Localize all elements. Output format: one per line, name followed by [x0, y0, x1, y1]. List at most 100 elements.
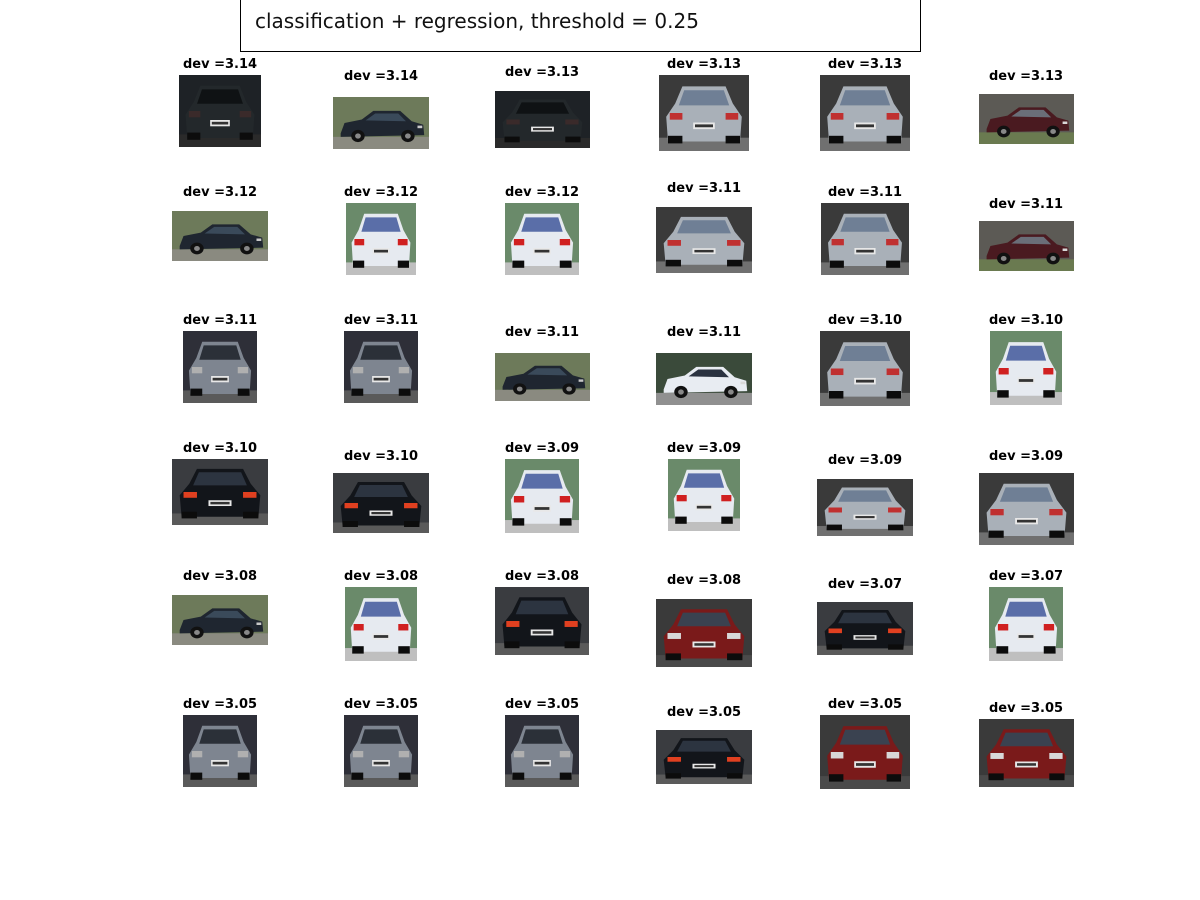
car-thumbnail	[494, 353, 590, 401]
car-thumbnail	[978, 94, 1074, 144]
figure-title-box: classification + regression, threshold =…	[240, 0, 921, 52]
dev-label: dev =3.05	[182, 697, 258, 712]
car-thumbnail	[495, 587, 589, 655]
dev-label: dev =3.14	[343, 69, 419, 84]
car-thumbnail	[817, 602, 913, 655]
car-thumbnail	[172, 211, 268, 261]
dev-label: dev =3.10	[827, 313, 903, 328]
dev-label: dev =3.08	[182, 569, 258, 584]
car-thumbnail	[333, 97, 429, 149]
grid-cell: dev =3.05	[311, 697, 451, 797]
grid-cell: dev =3.08	[311, 569, 451, 669]
figure-title: classification + regression, threshold =…	[255, 9, 699, 33]
car-thumbnail	[989, 587, 1063, 661]
dev-label: dev =3.10	[988, 313, 1064, 328]
dev-label: dev =3.08	[666, 573, 742, 588]
grid-cell: dev =3.08	[150, 569, 290, 669]
grid-cell: dev =3.13	[956, 69, 1096, 169]
dev-label: dev =3.09	[827, 453, 903, 468]
grid-cell: dev =3.09	[956, 449, 1096, 549]
dev-label: dev =3.12	[182, 185, 258, 200]
dev-label: dev =3.05	[988, 701, 1064, 716]
dev-label: dev =3.13	[504, 65, 580, 80]
grid-cell: dev =3.13	[795, 57, 935, 157]
dev-label: dev =3.13	[827, 57, 903, 72]
car-thumbnail	[345, 587, 417, 661]
car-thumbnail	[990, 331, 1062, 405]
dev-label: dev =3.09	[504, 441, 580, 456]
car-thumbnail	[821, 203, 909, 275]
grid-cell: dev =3.09	[795, 453, 935, 553]
grid-cell: dev =3.11	[795, 185, 935, 285]
car-thumbnail	[333, 473, 429, 533]
car-thumbnail	[820, 715, 910, 789]
dev-label: dev =3.09	[666, 441, 742, 456]
grid-cell: dev =3.12	[472, 185, 612, 285]
car-thumbnail	[344, 331, 418, 403]
dev-label: dev =3.11	[182, 313, 258, 328]
car-thumbnail	[820, 331, 910, 406]
dev-label: dev =3.12	[343, 185, 419, 200]
grid-cell: dev =3.11	[150, 313, 290, 413]
dev-label: dev =3.11	[827, 185, 903, 200]
dev-label: dev =3.05	[504, 697, 580, 712]
grid-cell: dev =3.08	[634, 573, 774, 673]
dev-label: dev =3.10	[343, 449, 419, 464]
dev-label: dev =3.13	[988, 69, 1064, 84]
grid-cell: dev =3.09	[472, 441, 612, 541]
car-thumbnail	[656, 599, 752, 667]
car-thumbnail	[668, 459, 740, 531]
dev-label: dev =3.08	[343, 569, 419, 584]
grid-cell: dev =3.11	[956, 197, 1096, 297]
grid-cell: dev =3.05	[634, 705, 774, 805]
car-thumbnail	[659, 75, 749, 151]
dev-label: dev =3.05	[343, 697, 419, 712]
grid-cell: dev =3.11	[311, 313, 451, 413]
car-thumbnail	[344, 715, 418, 787]
dev-label: dev =3.07	[988, 569, 1064, 584]
grid-cell: dev =3.12	[311, 185, 451, 285]
car-thumbnail	[346, 203, 416, 275]
dev-label: dev =3.11	[666, 181, 742, 196]
dev-label: dev =3.09	[988, 449, 1064, 464]
grid-cell: dev =3.08	[472, 569, 612, 669]
car-thumbnail	[978, 719, 1074, 787]
dev-label: dev =3.11	[666, 325, 742, 340]
dev-label: dev =3.08	[504, 569, 580, 584]
dev-label: dev =3.13	[666, 57, 742, 72]
grid-cell: dev =3.13	[472, 65, 612, 165]
car-thumbnail	[656, 730, 752, 784]
car-thumbnail	[505, 203, 579, 275]
car-thumbnail	[820, 75, 910, 151]
dev-label: dev =3.12	[504, 185, 580, 200]
dev-label: dev =3.11	[504, 325, 580, 340]
dev-label: dev =3.10	[182, 441, 258, 456]
dev-label: dev =3.05	[666, 705, 742, 720]
grid-cell: dev =3.07	[956, 569, 1096, 669]
car-thumbnail	[656, 207, 752, 273]
car-thumbnail	[817, 479, 913, 536]
car-thumbnail	[656, 353, 752, 405]
grid-cell: dev =3.05	[795, 697, 935, 797]
grid-cell: dev =3.07	[795, 577, 935, 677]
car-thumbnail	[172, 595, 268, 645]
car-thumbnail	[494, 91, 590, 148]
car-thumbnail	[183, 331, 257, 403]
dev-label: dev =3.11	[343, 313, 419, 328]
car-thumbnail	[179, 75, 261, 147]
grid-cell: dev =3.05	[956, 701, 1096, 801]
grid-cell: dev =3.10	[150, 441, 290, 541]
grid-cell: dev =3.13	[634, 57, 774, 157]
grid-cell: dev =3.10	[795, 313, 935, 413]
grid-cell: dev =3.11	[634, 325, 774, 425]
grid-cell: dev =3.05	[150, 697, 290, 797]
grid-cell: dev =3.14	[150, 57, 290, 157]
grid-cell: dev =3.11	[634, 181, 774, 281]
grid-cell: dev =3.10	[311, 449, 451, 549]
car-thumbnail	[505, 459, 579, 533]
car-thumbnail	[978, 473, 1074, 545]
grid-cell: dev =3.12	[150, 185, 290, 285]
car-thumbnail	[172, 459, 268, 525]
dev-label: dev =3.05	[827, 697, 903, 712]
grid-cell: dev =3.10	[956, 313, 1096, 413]
